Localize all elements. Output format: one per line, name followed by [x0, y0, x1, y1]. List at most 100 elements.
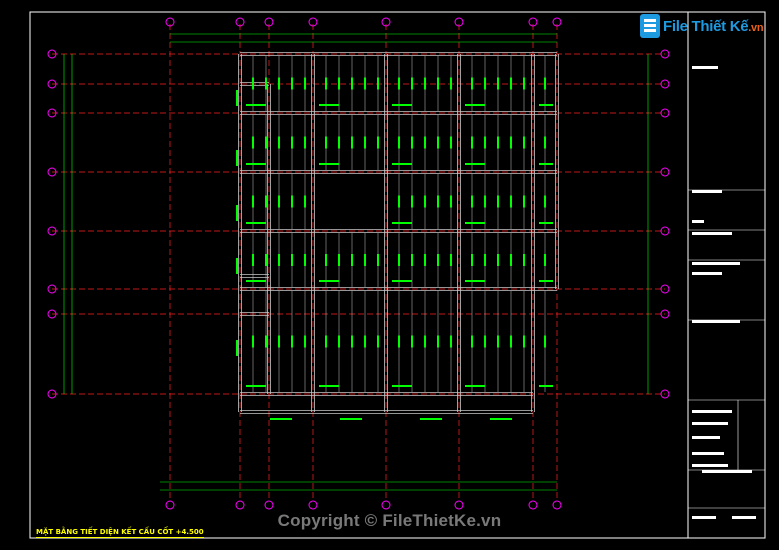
beam-tag-h-3-4 — [539, 280, 553, 282]
beam-tag-h-2-0 — [246, 222, 266, 224]
title-block-bar-2 — [692, 232, 732, 235]
beam-tag-25 — [291, 136, 293, 149]
beam-tag-21 — [544, 77, 546, 90]
beam-tag-92 — [424, 335, 426, 348]
title-block-bar-14 — [692, 66, 718, 69]
beam-tag-70 — [411, 254, 413, 266]
beam-tag-51 — [437, 195, 439, 208]
beam-tag-11 — [398, 77, 400, 90]
beam-tag-78 — [523, 254, 525, 266]
beam-tag-93 — [437, 335, 439, 348]
beam-tag-39 — [497, 136, 499, 149]
beam-tag-h-1-2 — [392, 163, 412, 165]
beam-tag-h-1-4 — [539, 163, 553, 165]
title-block-bar-11 — [702, 470, 752, 473]
beam-tag-68 — [377, 254, 379, 266]
grid-bubble-bottom-2 — [264, 500, 274, 510]
beam-tag-bottom-0 — [270, 418, 292, 420]
title-block-bar-4 — [692, 272, 722, 275]
beam-tag-13 — [424, 77, 426, 90]
beam-tag-88 — [364, 335, 366, 348]
beam-tag-18 — [497, 77, 499, 90]
beam-tag-23 — [265, 136, 267, 149]
beam-tag-22 — [252, 136, 254, 149]
beam-tag-38 — [484, 136, 486, 149]
beam-tag-9 — [364, 77, 366, 90]
title-block-bar-7 — [692, 422, 728, 425]
beam-tag-69 — [398, 254, 400, 266]
grid-bubble-bottom-7 — [552, 500, 562, 510]
beam-tag-29 — [351, 136, 353, 149]
beam-tag-16 — [471, 77, 473, 90]
beam-tag-h-1-1 — [319, 163, 339, 165]
beam-tag-h-4-3 — [465, 385, 485, 387]
beam-tag-49 — [411, 195, 413, 208]
beam-tag-27 — [325, 136, 327, 149]
beam-tag-12 — [411, 77, 413, 90]
grid-bubble-bottom-1 — [235, 500, 245, 510]
beam-tag-h-0-1 — [319, 104, 339, 106]
beam-tag-87 — [351, 335, 353, 348]
beam-tag-83 — [291, 335, 293, 348]
beam-tag-h-3-0 — [246, 280, 266, 282]
beam-tag-46 — [291, 195, 293, 208]
beam-tag-6 — [325, 77, 327, 90]
grid-bubble-bottom-6 — [528, 500, 538, 510]
beam-tag-35 — [437, 136, 439, 149]
beam-tag-left-3 — [236, 258, 238, 274]
beam-tag-99 — [523, 335, 525, 348]
beam-tag-45 — [278, 195, 280, 208]
beam-tag-bottom-3 — [490, 418, 512, 420]
beam-tag-64 — [325, 254, 327, 266]
beam-tag-90 — [398, 335, 400, 348]
beam-tag-h-0-2 — [392, 104, 412, 106]
title-block-bar-9 — [692, 452, 724, 455]
beam-tag-52 — [450, 195, 452, 208]
beam-tag-h-1-3 — [465, 163, 485, 165]
beam-tag-3 — [278, 77, 280, 90]
grid-bubble-bottom-5 — [454, 500, 464, 510]
beam-tag-left-0 — [236, 90, 238, 106]
beam-tag-61 — [278, 254, 280, 266]
beam-tag-left-2 — [236, 205, 238, 221]
beam-tag-24 — [278, 136, 280, 149]
beam-tag-h-0-4 — [539, 104, 553, 106]
beam-tag-53 — [471, 195, 473, 208]
beam-tag-14 — [437, 77, 439, 90]
beam-tag-h-3-1 — [319, 280, 339, 282]
beam-tag-44 — [265, 195, 267, 208]
cad-drawing-canvas: File Thiết Kế.vn Copyright © FileThietKe… — [0, 0, 779, 550]
grid-bubble-bottom-4 — [381, 500, 391, 510]
beam-tag-77 — [510, 254, 512, 266]
beam-tag-h-2-3 — [465, 222, 485, 224]
beam-tag-98 — [510, 335, 512, 348]
beam-tag-8 — [351, 77, 353, 90]
beam-tag-7 — [338, 77, 340, 90]
beam-tag-48 — [398, 195, 400, 208]
beam-tag-72 — [437, 254, 439, 266]
beam-tag-h-4-0 — [246, 385, 266, 387]
beam-tag-56 — [510, 195, 512, 208]
beam-tag-80 — [252, 335, 254, 348]
beam-tag-h-0-3 — [465, 104, 485, 106]
title-block-bar-10 — [692, 464, 728, 467]
beam-tag-26 — [304, 136, 306, 149]
beam-tag-10 — [377, 77, 379, 90]
grid-bubble-bottom-0 — [165, 500, 175, 510]
beam-tag-2 — [265, 77, 267, 90]
beam-tag-67 — [364, 254, 366, 266]
beam-tag-20 — [523, 77, 525, 90]
title-block-bar-5 — [692, 320, 740, 323]
beam-tag-94 — [450, 335, 452, 348]
structural-plan-drawing — [29, 11, 766, 539]
beam-tag-5 — [304, 77, 306, 90]
site-logo[interactable]: File Thiết Kế.vn — [640, 12, 764, 40]
beam-tag-97 — [497, 335, 499, 348]
beam-tag-89 — [377, 335, 379, 348]
beam-tag-h-3-2 — [392, 280, 412, 282]
beam-tag-71 — [424, 254, 426, 266]
beam-tag-82 — [278, 335, 280, 348]
beam-tag-34 — [424, 136, 426, 149]
beam-tag-79 — [544, 254, 546, 266]
beam-tag-43 — [252, 195, 254, 208]
